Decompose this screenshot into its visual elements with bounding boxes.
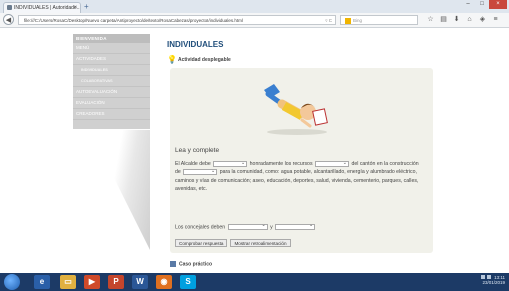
- dropdown-2[interactable]: [315, 159, 349, 167]
- firefox-icon[interactable]: ◉: [156, 275, 172, 289]
- activity-panel: Lea y complete El Alcalde debe honradame…: [170, 68, 433, 253]
- fill-in-paragraph: El Alcalde debe honradamente los recurso…: [175, 159, 425, 194]
- toolbar-icons: ☆ ▤ ⬇ ⌂ ◈ ≡: [426, 15, 500, 25]
- dropdown-1[interactable]: [213, 159, 248, 167]
- minimize-button[interactable]: –: [461, 0, 475, 9]
- activity-label: Actividad desplegable: [178, 57, 231, 63]
- ie-icon[interactable]: e: [34, 275, 50, 289]
- address-bar[interactable]: file:///C:/Users/RosaC/Desktop/Nuevo car…: [18, 15, 336, 25]
- browser-nav-bar: ◀ file:///C:/Users/RosaC/Desktop/Nuevo c…: [0, 13, 509, 28]
- close-window-button[interactable]: ×: [489, 0, 507, 9]
- start-button-icon[interactable]: [4, 274, 20, 290]
- case-icon: [170, 261, 176, 267]
- tab-close-icon[interactable]: ×: [73, 3, 77, 13]
- sidebar-item-autoevaluacion[interactable]: AUTOEVALUACIÓN: [73, 87, 150, 98]
- media-icon[interactable]: ▶: [84, 275, 100, 289]
- powerpoint-icon[interactable]: P: [108, 275, 124, 289]
- browser-tab-bar: INDIVIDUALES | Autoridade... × + – □ ×: [0, 0, 509, 13]
- browser-tab[interactable]: INDIVIDUALES | Autoridade... ×: [3, 2, 81, 13]
- search-placeholder: Bing: [353, 18, 363, 23]
- window-controls: – □ ×: [461, 0, 507, 9]
- sidebar-nav: BIENVENIDA MENÚ ACTIVIDADES INDIVIDUALES…: [73, 34, 150, 129]
- search-box[interactable]: Bing: [340, 15, 418, 25]
- conc-text-2: y: [270, 224, 273, 231]
- maximize-button[interactable]: □: [475, 0, 489, 9]
- sidebar-item-actividades[interactable]: ACTIVIDADES: [73, 54, 150, 65]
- menu-icon[interactable]: ≡: [491, 15, 500, 25]
- bing-icon: [345, 17, 351, 24]
- dropdown-5[interactable]: [275, 222, 316, 230]
- home-icon[interactable]: ⌂: [465, 15, 474, 25]
- download-icon[interactable]: ⬇: [452, 15, 461, 25]
- page-title: INDIVIDUALES: [167, 40, 224, 49]
- sidebar-item-colaborativas[interactable]: COLABORATIVAS: [73, 76, 150, 87]
- boy-reading-illustration: [264, 84, 328, 135]
- conc-text-1: Los concejales deben: [175, 224, 226, 231]
- folder-icon[interactable]: ▭: [60, 275, 76, 289]
- decorative-shadow: [90, 130, 150, 250]
- windows-taskbar: e ▭ ▶ P W ◉ S 13:11 23/01/2019: [0, 273, 509, 291]
- action-buttons: Comprobar respuesta Mostrar retroaliment…: [175, 239, 291, 247]
- instruction-heading: Lea y complete: [175, 147, 220, 154]
- new-tab-button[interactable]: +: [84, 2, 89, 12]
- sidebar-item-creadores[interactable]: CREADORES: [73, 109, 150, 120]
- word-icon[interactable]: W: [132, 275, 148, 289]
- back-button[interactable]: ◀: [3, 14, 14, 25]
- case-study-heading: Caso práctico: [170, 261, 212, 267]
- url-text: file:///C:/Users/RosaC/Desktop/Nuevo car…: [24, 18, 243, 23]
- system-tray: 13:11 23/01/2019: [480, 275, 505, 285]
- para-text-1: El Alcalde debe: [175, 161, 211, 167]
- web-page: BIENVENIDA MENÚ ACTIVIDADES INDIVIDUALES…: [0, 28, 509, 273]
- url-reload-controls[interactable]: ▿ C: [325, 16, 332, 24]
- tab-title: INDIVIDUALES | Autoridade...: [14, 5, 81, 11]
- clock-date[interactable]: 23/01/2019: [482, 280, 505, 285]
- shield-icon[interactable]: ◈: [478, 15, 487, 25]
- sidebar-item-evaluacion[interactable]: EVALUACIÓN: [73, 98, 150, 109]
- show-feedback-button[interactable]: Mostrar retroalimentación: [230, 239, 291, 247]
- check-answer-button[interactable]: Comprobar respuesta: [175, 239, 228, 247]
- sidebar-header[interactable]: BIENVENIDA: [73, 34, 150, 43]
- sidebar-item-menu[interactable]: MENÚ: [73, 43, 150, 54]
- dropdown-4[interactable]: [227, 222, 268, 230]
- case-label: Caso práctico: [179, 261, 213, 268]
- lightbulb-icon: 💡: [167, 55, 177, 64]
- para-text-2: honradamente los recursos: [249, 161, 313, 167]
- dropdown-3[interactable]: [183, 167, 218, 175]
- star-icon[interactable]: ☆: [426, 15, 435, 25]
- concejales-sentence: Los concejales deben y: [175, 222, 316, 231]
- skype-icon[interactable]: S: [180, 275, 196, 289]
- sidebar-item-individuales[interactable]: INDIVIDUALES: [73, 65, 150, 76]
- volume-icon[interactable]: [486, 275, 491, 279]
- network-icon[interactable]: [480, 275, 485, 279]
- page-favicon-icon: [7, 5, 12, 10]
- bookmarks-icon[interactable]: ▤: [439, 15, 448, 25]
